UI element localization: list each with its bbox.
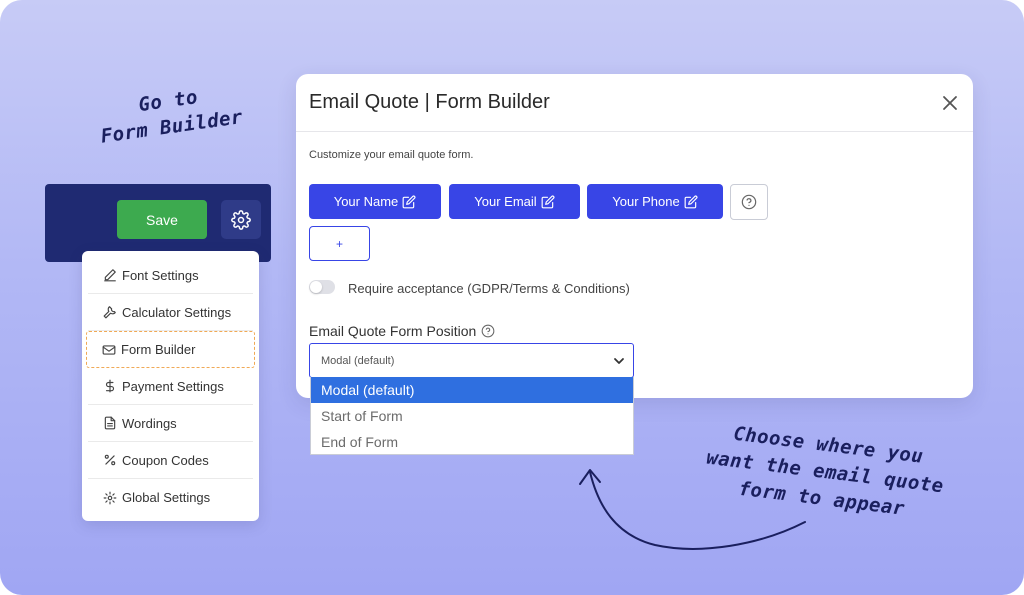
background: Go to Form Builder Save Font Settings Ca… [0, 0, 1024, 595]
